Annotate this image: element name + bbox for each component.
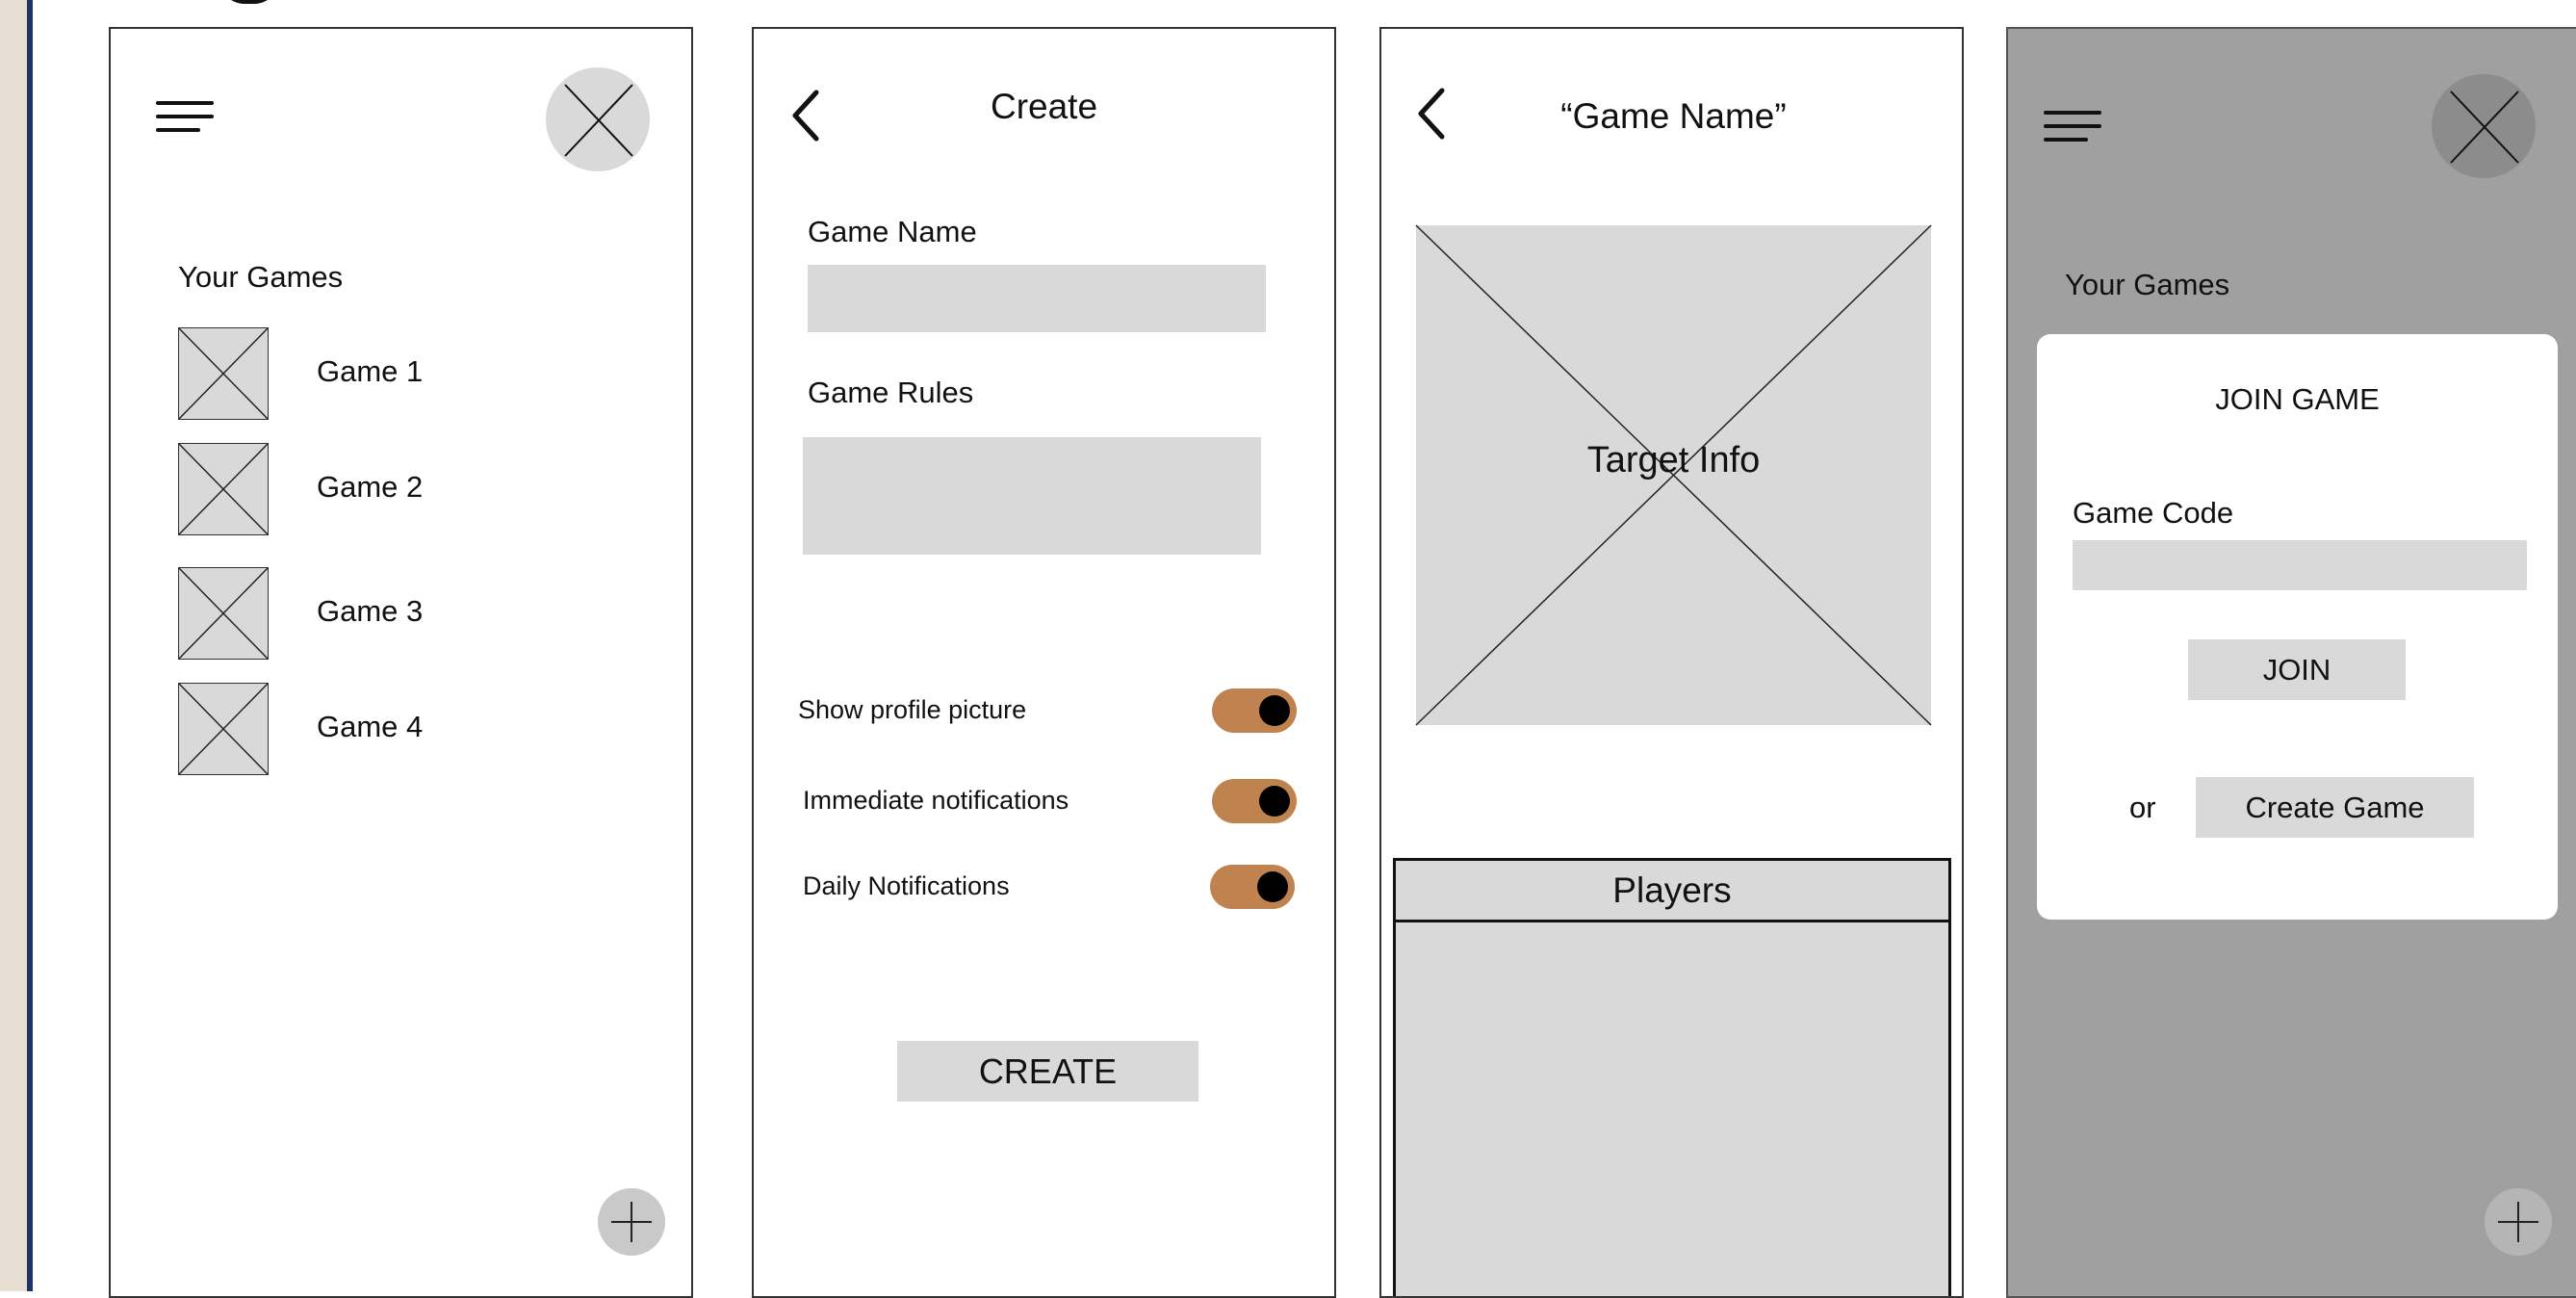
canvas-title-fragment	[193, 0, 308, 6]
avatar-icon[interactable]	[546, 67, 650, 171]
toggle-label: Immediate notifications	[803, 786, 1069, 815]
game-name: Game 2	[317, 470, 424, 504]
game-name: Game 4	[317, 710, 424, 743]
image-placeholder-icon	[178, 683, 269, 775]
immediate-notifications-toggle[interactable]	[1212, 779, 1297, 823]
screen-create: Create Game Name Game Rules Show profile…	[752, 27, 1336, 1298]
target-info-label: Target Info	[1586, 440, 1761, 480]
add-plus-icon[interactable]	[598, 1188, 665, 1256]
modal-title: JOIN GAME	[2215, 382, 2380, 416]
game-name-label: Game Name	[808, 215, 977, 248]
screen-game: “Game Name” Target Info Players	[1379, 27, 1964, 1298]
or-text: or	[2129, 791, 2156, 824]
game-rules-field[interactable]	[803, 437, 1261, 555]
toggle-label: Daily Notifications	[803, 871, 1010, 900]
daily-notifications-toggle[interactable]	[1210, 865, 1295, 909]
image-placeholder-icon	[178, 567, 269, 660]
game-code-label: Game Code	[2073, 496, 2234, 530]
players-list	[1393, 922, 1951, 1296]
game-rules-label: Game Rules	[808, 376, 974, 409]
create-button[interactable]: CREATE	[897, 1041, 1198, 1102]
image-placeholder-icon	[178, 443, 269, 535]
hamburger-menu-icon[interactable]	[156, 101, 214, 140]
show-profile-picture-toggle[interactable]	[1212, 688, 1297, 733]
join-game-modal: JOIN GAME Game Code JOIN or Create Game	[2037, 334, 2558, 920]
avatar-icon[interactable]	[2432, 74, 2536, 178]
create-game-button[interactable]: Create Game	[2196, 777, 2474, 838]
players-header: Players	[1393, 858, 1951, 922]
hamburger-menu-icon[interactable]	[2044, 111, 2101, 149]
game-name: Game 3	[317, 594, 424, 628]
join-button[interactable]: JOIN	[2188, 639, 2406, 700]
page-title: Create	[990, 87, 1098, 126]
section-title: Your Games	[178, 260, 344, 294]
page-title: “Game Name”	[1560, 96, 1787, 136]
game-code-field[interactable]	[2073, 540, 2527, 590]
image-placeholder-icon	[178, 327, 269, 420]
screen-home: Your Games Game 1 Game 2 Game 3 Game 4	[109, 27, 693, 1298]
section-title: Your Games	[2065, 268, 2230, 301]
screen-join-overlay: Your Games JOIN GAME Game Code JOIN or C…	[2006, 27, 2576, 1298]
add-plus-icon[interactable]	[2485, 1188, 2552, 1256]
game-name-field[interactable]	[808, 265, 1266, 332]
canvas-frame-line	[27, 0, 33, 1291]
game-name: Game 1	[317, 354, 424, 388]
toggle-label: Show profile picture	[798, 695, 1027, 724]
canvas-margin	[0, 0, 29, 1291]
